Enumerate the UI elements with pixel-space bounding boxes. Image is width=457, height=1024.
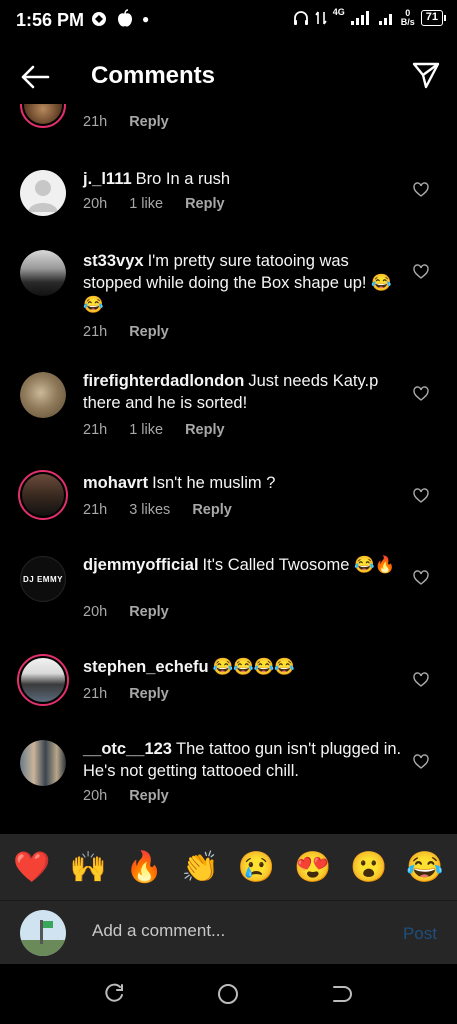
comment-time: 21h <box>83 422 108 438</box>
avatar[interactable] <box>20 170 66 216</box>
reply-button[interactable]: Reply <box>129 788 169 804</box>
network-type: 4G <box>332 7 345 17</box>
list-item: st33vyx I'm pretty sure tatooing was stop… <box>0 248 457 348</box>
default-avatar-icon <box>28 180 58 212</box>
comment-username[interactable]: mohavrt <box>83 474 148 492</box>
recent-apps-icon[interactable] <box>102 982 126 1006</box>
reply-button[interactable]: Reply <box>129 114 169 130</box>
list-item: firefighterdadlondon Just needs Katy.p th… <box>0 370 457 450</box>
reply-button[interactable]: Reply <box>129 686 169 702</box>
dot-icon: ● <box>142 12 150 26</box>
list-item: stephen_echefu 😂😂😂😂 21h Reply <box>0 654 457 724</box>
app-notification-icon <box>92 12 106 26</box>
reply-button[interactable]: Reply <box>185 196 225 212</box>
avatar[interactable] <box>20 250 66 296</box>
comment-list[interactable]: 21h Reply j._l111 Bro In a rush 20h 1 lik… <box>0 104 457 834</box>
comment-composer: Add a comment... Post <box>0 900 457 964</box>
heart-icon[interactable] <box>413 570 429 586</box>
comment-time: 20h <box>83 604 108 620</box>
list-item: j._l111 Bro In a rush 20h 1 like Reply <box>0 166 457 236</box>
comment-text: Isn't he muslim ? <box>152 474 276 492</box>
data-transfer-icon <box>315 11 327 25</box>
quick-emoji-bar: ❤️ 🙌 🔥 👏 😢 😍 😮 😂 <box>0 834 457 900</box>
apple-icon <box>118 9 132 27</box>
comment-text: 😂😂😂😂 <box>212 658 295 676</box>
avatar[interactable] <box>20 372 66 418</box>
heart-icon[interactable] <box>413 386 429 402</box>
list-item: __otc__123 The tattoo gun isn't plugged i… <box>0 736 457 816</box>
heart-icon[interactable] <box>413 754 429 770</box>
comment-time: 20h <box>83 196 108 212</box>
my-avatar <box>20 910 66 956</box>
emoji-clap[interactable]: 👏 <box>175 850 225 885</box>
header: Comments <box>0 48 457 104</box>
comment-time: 21h <box>83 114 108 130</box>
comment-time: 21h <box>83 502 108 518</box>
dj-emmy-logo: DJ EMMY <box>23 574 63 584</box>
emoji-raised-hands[interactable]: 🙌 <box>63 850 113 885</box>
comment-username[interactable]: __otc__123 <box>83 740 172 758</box>
profile-photo-icon <box>20 910 66 956</box>
emoji-heart-eyes[interactable]: 😍 <box>288 850 338 885</box>
status-time: 1:56 PM <box>16 10 85 30</box>
like-count[interactable]: 3 likes <box>129 502 170 518</box>
emoji-fire[interactable]: 🔥 <box>119 850 169 885</box>
back-nav-icon[interactable] <box>330 982 354 1006</box>
comment-username[interactable]: st33vyx <box>83 252 144 270</box>
avatar[interactable] <box>20 104 66 128</box>
battery-indicator: 71 <box>420 10 447 26</box>
comment-text: It's Called Twosome 😂🔥 <box>202 556 396 574</box>
emoji-crying[interactable]: 😢 <box>232 850 282 885</box>
comment-username[interactable]: stephen_echefu <box>83 658 209 676</box>
list-item: mohavrt Isn't he muslim ? 21h 3 likes Rep… <box>0 470 457 540</box>
comment-username[interactable]: firefighterdadlondon <box>83 372 244 390</box>
comment-input[interactable]: Add a comment... <box>92 921 225 941</box>
heart-icon[interactable] <box>413 488 429 504</box>
reply-button[interactable]: Reply <box>129 324 169 340</box>
status-bar: 1:56 PM ● 4G 0 B/s 71 <box>0 0 457 40</box>
emoji-heart[interactable]: ❤️ <box>7 850 57 885</box>
net-speed: 0 B/s <box>400 8 415 27</box>
avatar-with-story[interactable] <box>18 470 68 520</box>
heart-icon[interactable] <box>413 672 429 688</box>
avatar[interactable]: DJ EMMY <box>20 556 66 602</box>
avatar[interactable] <box>20 740 66 786</box>
direct-share-icon[interactable] <box>411 60 441 90</box>
emoji-surprised[interactable]: 😮 <box>344 850 394 885</box>
list-item: 21h Reply <box>0 104 457 142</box>
headphones-icon <box>293 11 308 25</box>
reply-button[interactable]: Reply <box>192 502 232 518</box>
system-nav-bar <box>0 964 457 1024</box>
page-title: Comments <box>91 62 216 89</box>
comment-username[interactable]: djemmyofficial <box>83 556 199 574</box>
reply-button[interactable]: Reply <box>129 604 169 620</box>
signal-icon-2 <box>378 14 392 25</box>
comment-text: Bro In a rush <box>135 170 231 188</box>
avatar-with-story[interactable] <box>17 654 69 706</box>
comment-time: 20h <box>83 788 108 804</box>
signal-icon <box>350 11 369 25</box>
like-count[interactable]: 1 like <box>129 196 163 212</box>
list-item: DJ EMMY djemmyofficial It's Called Twosom… <box>0 552 457 632</box>
comment-username[interactable]: j._l111 <box>83 170 132 188</box>
home-icon[interactable] <box>216 982 240 1006</box>
emoji-laughing[interactable]: 😂 <box>400 850 450 885</box>
heart-icon[interactable] <box>413 182 429 198</box>
reply-button[interactable]: Reply <box>185 422 225 438</box>
comment-time: 21h <box>83 324 108 340</box>
post-button[interactable]: Post <box>403 924 437 944</box>
back-arrow-icon[interactable] <box>18 60 52 94</box>
comment-time: 21h <box>83 686 108 702</box>
like-count[interactable]: 1 like <box>129 422 163 438</box>
heart-icon[interactable] <box>413 264 429 280</box>
